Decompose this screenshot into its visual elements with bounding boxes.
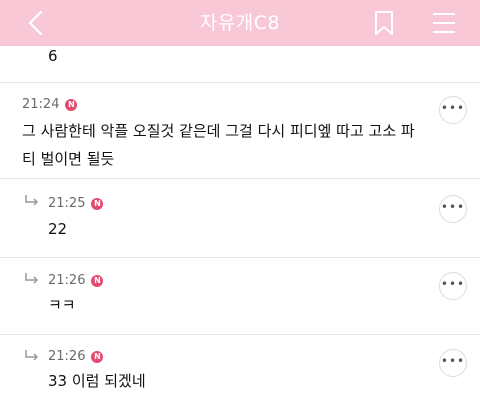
new-badge: N bbox=[91, 197, 104, 210]
more-dots-icon: ••• bbox=[440, 277, 466, 291]
reply-text: ㅋㅋ bbox=[48, 296, 76, 314]
reply-arrow-icon bbox=[25, 350, 39, 361]
reply-meta: 21:26 N bbox=[48, 349, 104, 364]
hamburger-menu-icon[interactable] bbox=[431, 11, 457, 35]
more-options-button[interactable]: ••• bbox=[439, 272, 467, 300]
bookmark-icon[interactable] bbox=[373, 10, 395, 36]
comment-time: 21:26 bbox=[48, 273, 86, 288]
more-dots-icon: ••• bbox=[440, 200, 466, 214]
comment-time: 21:25 bbox=[48, 196, 86, 211]
divider bbox=[0, 334, 480, 335]
reply-meta: 21:25 N bbox=[48, 196, 104, 211]
divider bbox=[0, 257, 480, 258]
board-title: 자유개C8 bbox=[199, 12, 281, 34]
more-dots-icon: ••• bbox=[440, 101, 466, 115]
comment-meta: 21:24 N bbox=[22, 97, 78, 112]
divider bbox=[0, 82, 480, 83]
new-badge: N bbox=[91, 274, 104, 287]
previous-comment-text: 6 bbox=[48, 47, 58, 65]
more-options-button[interactable]: ••• bbox=[439, 195, 467, 223]
comment-text-line: 티 벌이면 될듯 bbox=[22, 150, 115, 168]
comment-time: 21:24 bbox=[22, 97, 60, 112]
comment-time: 21:26 bbox=[48, 349, 86, 364]
more-dots-icon: ••• bbox=[440, 354, 466, 368]
divider bbox=[0, 178, 480, 179]
more-options-button[interactable]: ••• bbox=[439, 349, 467, 377]
new-badge: N bbox=[91, 350, 104, 363]
reply-arrow-icon bbox=[25, 195, 39, 206]
new-badge: N bbox=[65, 98, 78, 111]
comment-text: 그 사람한테 악플 오질것 같은데 그걸 다시 피디엪 따고 고소 파 티 벌이… bbox=[22, 117, 415, 173]
reply-meta: 21:26 N bbox=[48, 273, 104, 288]
more-options-button[interactable]: ••• bbox=[439, 96, 467, 124]
comment-text-line: 그 사람한테 악플 오질것 같은데 그걸 다시 피디엪 따고 고소 파 bbox=[22, 122, 415, 140]
reply-arrow-icon bbox=[25, 273, 39, 284]
reply-text: 22 bbox=[48, 220, 68, 238]
top-header-bar: 자유개C8 bbox=[0, 0, 480, 46]
reply-text: 33 이럼 되겠네 bbox=[48, 372, 146, 390]
